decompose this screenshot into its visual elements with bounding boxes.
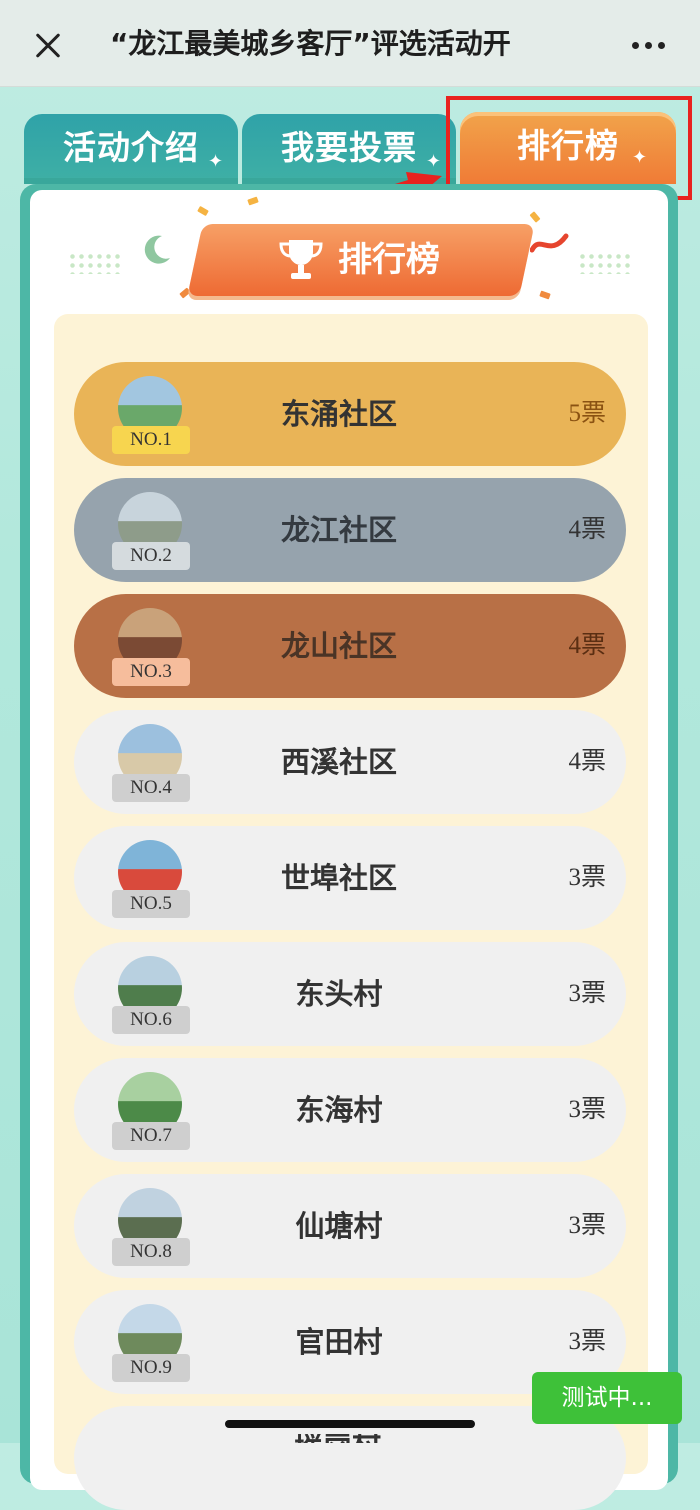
- tab-intro[interactable]: 活动介绍 ✦: [24, 114, 238, 184]
- moon-icon: [144, 235, 170, 264]
- rank-badge: NO.5: [112, 890, 190, 918]
- ranking-row[interactable]: NO.1 东涌社区 5票: [74, 362, 626, 466]
- close-icon[interactable]: [28, 26, 68, 66]
- rank-badge: NO.4: [112, 774, 190, 802]
- community-name: 龙山社区: [280, 629, 397, 663]
- vote-count: 4票: [568, 632, 606, 659]
- tab-intro-label: 活动介绍: [63, 128, 199, 167]
- vote-count: 3票: [568, 980, 606, 1007]
- rank-badge: NO.2: [112, 542, 190, 570]
- community-name: 官田村: [295, 1325, 383, 1359]
- ranking-row[interactable]: NO.6 东头村 3票: [74, 942, 626, 1046]
- ranking-banner: 排行榜: [187, 224, 535, 296]
- vote-count: 3票: [568, 1096, 606, 1123]
- vote-count: 4票: [568, 748, 606, 775]
- decoration-dots: [68, 252, 122, 274]
- ranking-row[interactable]: NO.7 东海村 3票: [74, 1058, 626, 1162]
- community-name: 仙塘村: [295, 1209, 383, 1243]
- community-name: 世埠社区: [280, 861, 397, 895]
- rank-badge: NO.6: [112, 1006, 190, 1034]
- community-name: 东海村: [295, 1093, 383, 1127]
- ranking-row[interactable]: NO.4 西溪社区 4票: [74, 710, 626, 814]
- ribbon-icon: [530, 233, 569, 253]
- vote-count: 3票: [568, 864, 606, 891]
- vote-count: 4票: [568, 516, 606, 543]
- vote-count: 5票: [568, 400, 606, 427]
- ranking-row[interactable]: NO.3 龙山社区 4票: [74, 594, 626, 698]
- rank-badge: NO.7: [112, 1122, 190, 1150]
- vote-count: 3票: [568, 1212, 606, 1239]
- community-name: 龙江社区: [280, 513, 397, 547]
- rank-badge: NO.3: [112, 658, 190, 686]
- home-indicator: [225, 1420, 475, 1428]
- test-button[interactable]: 测试中...: [532, 1372, 682, 1424]
- decoration-dots: [578, 252, 632, 274]
- community-name: 东头村: [295, 977, 383, 1011]
- community-name: 西溪社区: [280, 745, 397, 779]
- page-title: “龙江最美城乡客厅”评选活动开: [110, 27, 511, 60]
- ranking-row[interactable]: NO.5 世埠社区 3票: [74, 826, 626, 930]
- community-name: 东涌社区: [280, 397, 397, 431]
- ranking-row[interactable]: NO.8 仙塘村 3票: [74, 1174, 626, 1278]
- title-bar: “龙江最美城乡客厅”评选活动开: [0, 0, 700, 87]
- rank-badge: NO.1: [112, 426, 190, 454]
- ranking-row[interactable]: NO.2 龙江社区 4票: [74, 478, 626, 582]
- rank-badge: NO.9: [112, 1354, 190, 1382]
- more-dots-icon[interactable]: [632, 30, 676, 60]
- partial-row-name: 瑶岗村: [294, 1434, 381, 1443]
- rank-badge: NO.8: [112, 1238, 190, 1266]
- banner-title: 排行榜: [338, 240, 440, 280]
